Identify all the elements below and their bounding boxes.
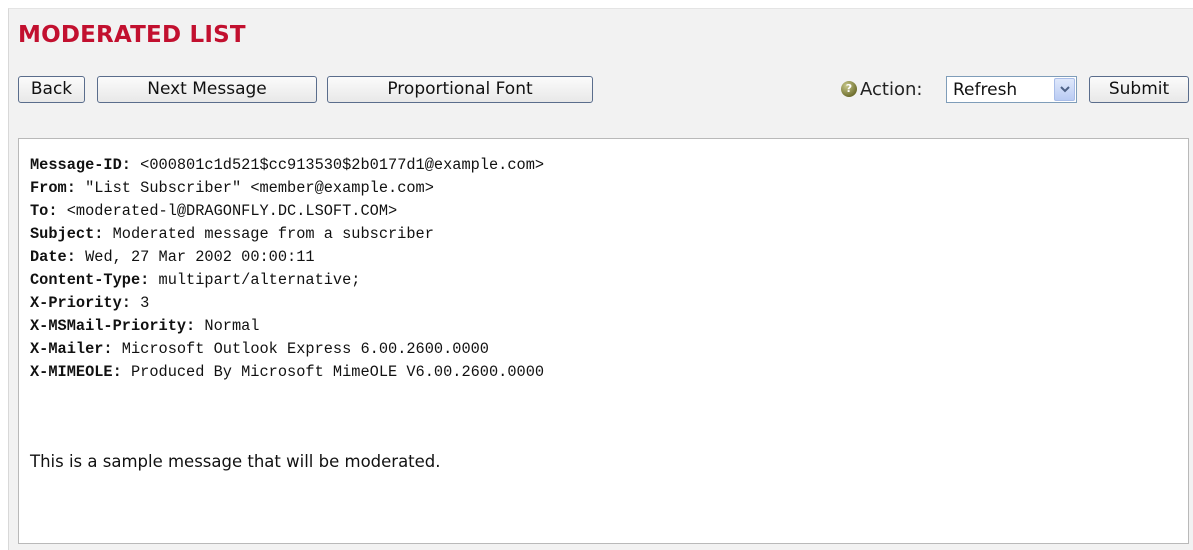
header-line: Date: Wed, 27 Mar 2002 00:00:11 (30, 246, 544, 269)
header-value: <moderated-l@DRAGONFLY.DC.LSOFT.COM> (57, 202, 398, 220)
header-key: From: (30, 179, 76, 197)
message-headers: Message-ID: <000801c1d521$cc913530$2b017… (30, 154, 544, 384)
submit-button[interactable]: Submit (1089, 76, 1189, 103)
header-key: X-MIMEOLE: (30, 363, 122, 381)
header-key: X-MSMail-Priority: (30, 317, 196, 335)
header-value: "List Subscriber" <member@example.com> (75, 179, 434, 197)
action-label: Action: (860, 79, 923, 100)
header-value: Normal (195, 317, 260, 335)
header-line: From: "List Subscriber" <member@example.… (30, 177, 544, 200)
header-key: X-Priority: (30, 294, 131, 312)
header-value: 3 (130, 294, 150, 312)
header-value: Produced By Microsoft MimeOLE V6.00.2600… (121, 363, 545, 381)
message-view: Message-ID: <000801c1d521$cc913530$2b017… (18, 138, 1189, 544)
chevron-down-icon[interactable] (1054, 78, 1075, 101)
header-key: X-Mailer: (30, 340, 113, 358)
header-line: X-Priority: 3 (30, 292, 544, 315)
header-key: To: (30, 202, 58, 220)
header-key: Subject: (30, 225, 104, 243)
header-line: Message-ID: <000801c1d521$cc913530$2b017… (30, 154, 544, 177)
header-key: Date: (30, 248, 76, 266)
header-line: X-MSMail-Priority: Normal (30, 315, 544, 338)
header-key: Message-ID: (30, 156, 131, 174)
header-key: Content-Type: (30, 271, 150, 289)
help-icon[interactable]: ? (841, 81, 857, 97)
next-message-button[interactable]: Next Message (97, 76, 317, 103)
header-value: Microsoft Outlook Express 6.00.2600.0000 (112, 340, 489, 358)
header-line: To: <moderated-l@DRAGONFLY.DC.LSOFT.COM> (30, 200, 544, 223)
action-select-value: Refresh (953, 80, 1018, 100)
proportional-font-button[interactable]: Proportional Font (327, 76, 593, 103)
header-line: X-MIMEOLE: Produced By Microsoft MimeOLE… (30, 361, 544, 384)
page-title: MODERATED LIST (18, 22, 246, 48)
header-value: Moderated message from a subscriber (103, 225, 434, 243)
header-line: Subject: Moderated message from a subscr… (30, 223, 544, 246)
header-value: <000801c1d521$cc913530$2b0177d1@example.… (130, 156, 545, 174)
header-line: Content-Type: multipart/alternative; (30, 269, 544, 292)
back-button[interactable]: Back (18, 76, 85, 103)
header-line: X-Mailer: Microsoft Outlook Express 6.00… (30, 338, 544, 361)
action-select[interactable]: Refresh (946, 76, 1077, 103)
header-value: Wed, 27 Mar 2002 00:00:11 (75, 248, 315, 266)
message-body: This is a sample message that will be mo… (30, 452, 441, 471)
header-value: multipart/alternative; (149, 271, 361, 289)
